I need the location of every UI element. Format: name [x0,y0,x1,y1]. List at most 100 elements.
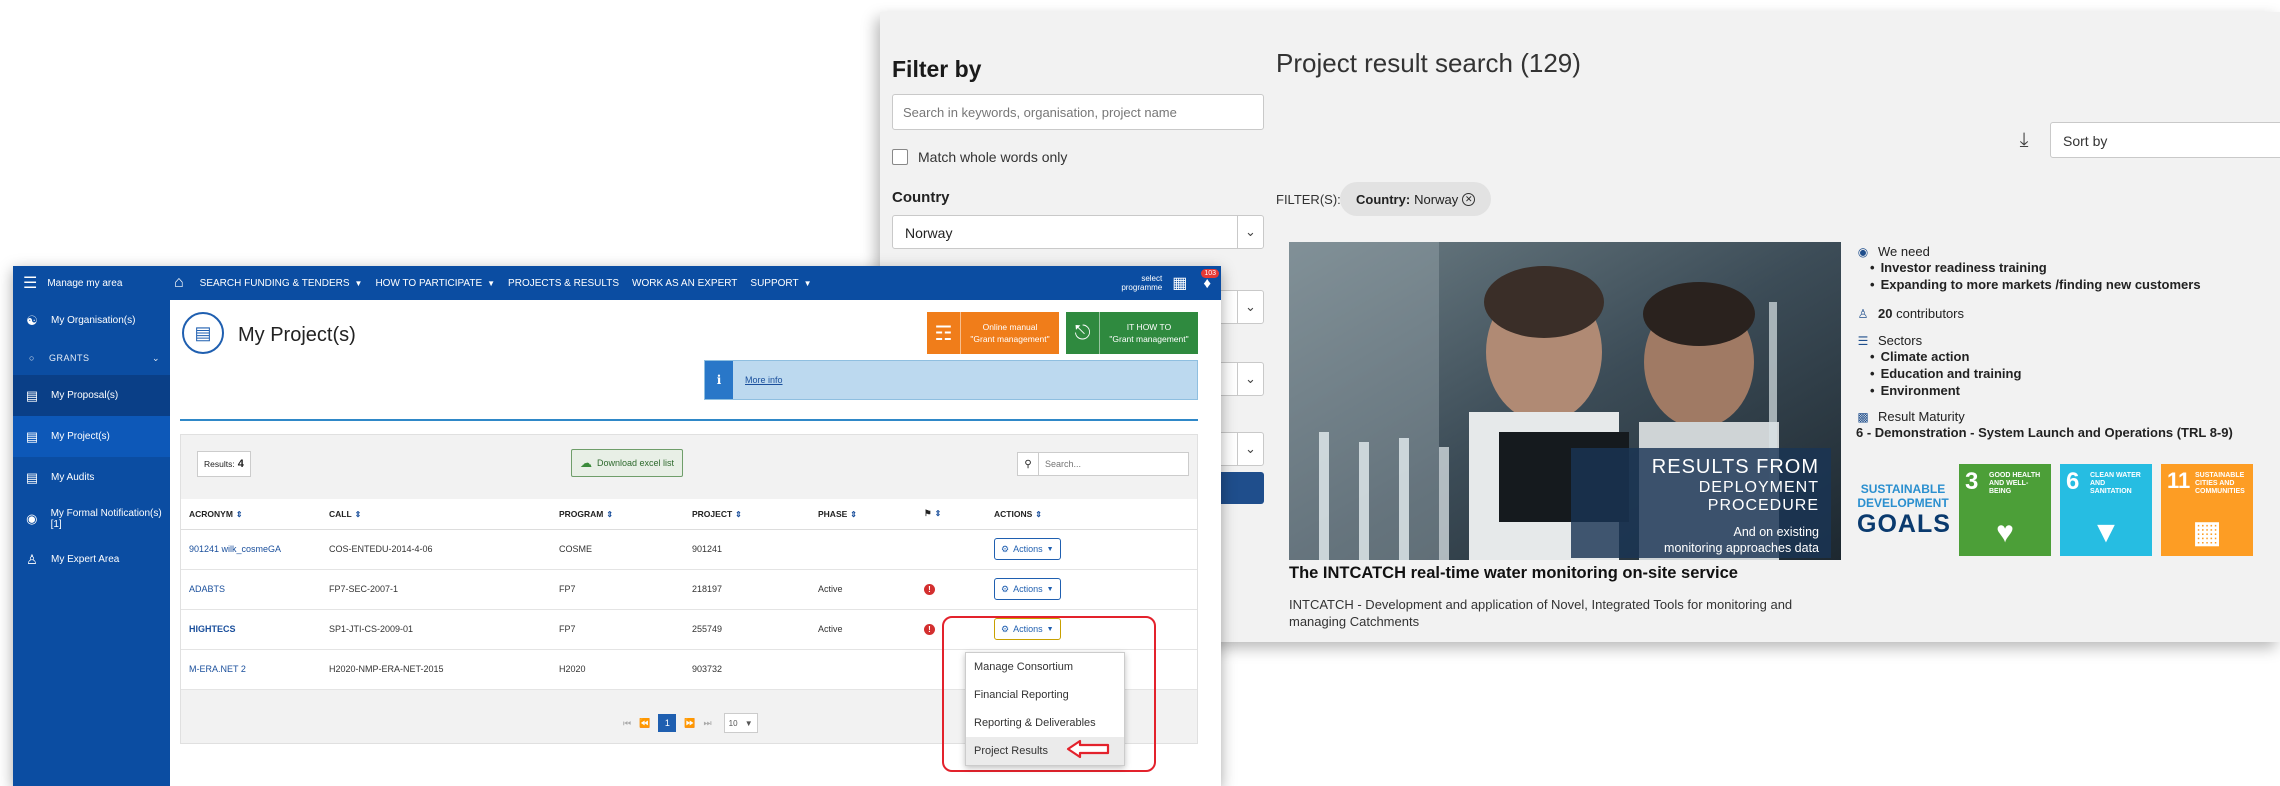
column-header-phase[interactable]: PHASE ⇕ [810,499,916,530]
select-programme-line-2: programme [1121,283,1163,292]
caret-down-icon: ▼ [744,718,753,728]
nav-support[interactable]: SUPPORT ▼ [750,278,811,289]
table-search-input[interactable] [1039,452,1189,476]
country-filter-chip[interactable]: Country: Norway ✕ [1340,182,1492,216]
more-info-link[interactable]: More info [745,375,783,385]
country-select[interactable]: Norway ⌄ [892,215,1264,249]
column-header-flag[interactable]: ⚑ ⇕ [916,499,986,530]
nav-search-funding[interactable]: SEARCH FUNDING & TENDERS ▼ [200,278,363,289]
actions-button[interactable]: ⚙ Actions ▼ [994,538,1061,560]
sidebar-item-label: My Expert Area [51,554,120,565]
sidebar-grants-toggle[interactable]: ○ GRANTS ⌄ [13,341,170,375]
column-header-program[interactable]: PROGRAM ⇕ [551,499,684,530]
manage-my-area-button[interactable]: ☰ Manage my area [13,266,170,300]
book-icon: ☶ [927,312,961,354]
download-icon[interactable]: ⤓ [2010,126,2038,154]
database-icon: ☰ [1857,333,1869,348]
error-icon: ! [924,583,935,595]
match-whole-words-checkbox[interactable] [892,149,908,165]
sidebar-item-projects[interactable]: ▤ My Project(s) [13,416,170,457]
sidebar-grants-label: GRANTS [48,353,90,363]
menu-item-reporting-deliverables[interactable]: Reporting & Deliverables [966,709,1124,737]
cell-call: H2020-NMP-ERA-NET-2015 [321,649,551,690]
sidebar-item-organisation[interactable]: ☯ My Organisation(s) [13,300,170,341]
org-chart-icon: ☯ [26,312,38,328]
sort-by-select[interactable]: Sort by [2050,122,2280,158]
result-card-description: INTCATCH - Development and application o… [1289,597,1793,629]
cell-project: 903732 [684,649,810,690]
result-photo[interactable]: RESULTS FROM DEPLOYMENT PROCEDURE And on… [1289,242,1841,560]
column-header-actions[interactable]: ACTIONS ⇕ [986,499,1197,530]
circle-icon: ○ [29,353,35,363]
sdg-label: SUSTAINABLE CITIES AND COMMUNITIES [2195,472,2245,495]
pagination: ⏮ ⏪ 1 ⏩ ⏭ 10 ▼ [619,713,758,733]
menu-item-manage-consortium[interactable]: Manage Consortium [966,653,1124,681]
caret-down-icon: ▼ [354,278,363,288]
project-link[interactable]: 901241 wilk_cosmeGA [189,544,281,554]
column-header-call[interactable]: CALL ⇕ [321,499,551,530]
apps-grid-icon[interactable]: ▦ [1172,273,1187,293]
sidebar-item-expert[interactable]: ♙ My Expert Area [13,539,170,580]
info-box: i More info [704,360,1198,400]
online-manual-button[interactable]: ☶ Online manual "Grant management" [927,312,1059,354]
flag-icon: ⚑ [924,508,932,519]
caret-down-icon: ▼ [1046,585,1054,593]
sidebar-item-proposals[interactable]: ▤ My Proposal(s) [13,375,170,416]
photo-caption: RESULTS FROM DEPLOYMENT PROCEDURE And on… [1571,448,1831,558]
match-whole-words-row[interactable]: Match whole words only [892,149,1067,165]
project-link[interactable]: ADABTS [189,584,225,594]
column-header-project[interactable]: PROJECT ⇕ [684,499,810,530]
chevron-down-icon: ⌄ [1237,291,1263,323]
caption-line-1: RESULTS FROM [1651,456,1819,478]
first-page-icon[interactable]: ⏮ [623,718,631,729]
home-icon[interactable]: ⌂ [174,274,184,292]
select-programme-line-1: select [1141,274,1163,283]
document-icon: ▤ [25,387,39,403]
sidebar-item-audits[interactable]: ▤ My Audits [13,457,170,498]
bar-chart-icon: ▩ [1857,409,1869,424]
keyword-search-input[interactable] [892,94,1264,130]
sidebar-item-notifications[interactable]: ◉ My Formal Notification(s)[1] [13,498,170,539]
column-header-label: PROJECT [692,508,733,519]
column-header-label: PROGRAM [559,508,604,519]
chevron-down-icon: ⌄ [151,352,160,363]
filters-label: FILTER(S): [1276,192,1341,207]
current-page-button[interactable]: 1 [658,714,677,732]
search-icon[interactable]: ⚲ [1017,452,1039,476]
next-page-icon[interactable]: ⏩ [684,718,695,729]
cell-flag: ! [916,569,986,610]
sdg-tile-11: 11 SUSTAINABLE CITIES AND COMMUNITIES ▦ [2161,464,2253,556]
nav-how-to-participate[interactable]: HOW TO PARTICIPATE ▼ [375,278,495,289]
project-link[interactable]: M-ERA.NET 2 [189,664,246,674]
sdg-label: GOOD HEALTH AND WELL-BEING [1989,472,2041,495]
last-page-icon[interactable]: ⏭ [704,718,712,729]
it-how-to-line-1: IT HOW TO [1126,322,1172,332]
menu-item-financial-reporting[interactable]: Financial Reporting [966,681,1124,709]
nav-work-as-expert[interactable]: WORK AS AN EXPERT [632,278,737,289]
results-title: Project result search (129) [1276,48,1581,78]
result-card-title[interactable]: The INTCATCH real-time water monitoring … [1289,564,1738,583]
column-header-acronym[interactable]: ACRONYM ⇕ [181,499,321,530]
caption-line-2: DEPLOYMENT PROCEDURE [1698,479,1819,514]
actions-label: Actions [1013,544,1043,554]
city-icon: ▦ [2192,516,2222,549]
actions-button[interactable]: ⚙ Actions ▼ [994,578,1061,600]
project-link[interactable]: HIGHTECS [189,624,236,634]
prev-page-icon[interactable]: ⏪ [639,718,650,729]
contributors-count: 20 [1878,306,1893,321]
cell-phase: Active [810,609,916,650]
sort-icon: ⇕ [934,509,942,519]
remove-filter-icon[interactable]: ✕ [1462,192,1476,206]
sector-item: Environment [1870,382,2021,399]
it-how-to-button[interactable]: ⎋ IT HOW TO "Grant management" [1066,312,1198,354]
cell-call: FP7-SEC-2007-1 [321,569,551,610]
sort-icon: ⇕ [1035,509,1042,519]
sort-icon: ⇕ [735,509,742,519]
download-excel-button[interactable]: ☁ Download excel list [571,449,684,477]
page-size-select[interactable]: 10 ▼ [723,713,758,733]
hamburger-icon: ☰ [23,275,38,292]
bell-icon[interactable]: ♦ 103 [1201,268,1219,292]
results-count: Results: 4 [197,451,251,477]
select-programme-button[interactable]: select programme [1121,274,1162,292]
nav-projects-results[interactable]: PROJECTS & RESULTS [508,278,619,289]
